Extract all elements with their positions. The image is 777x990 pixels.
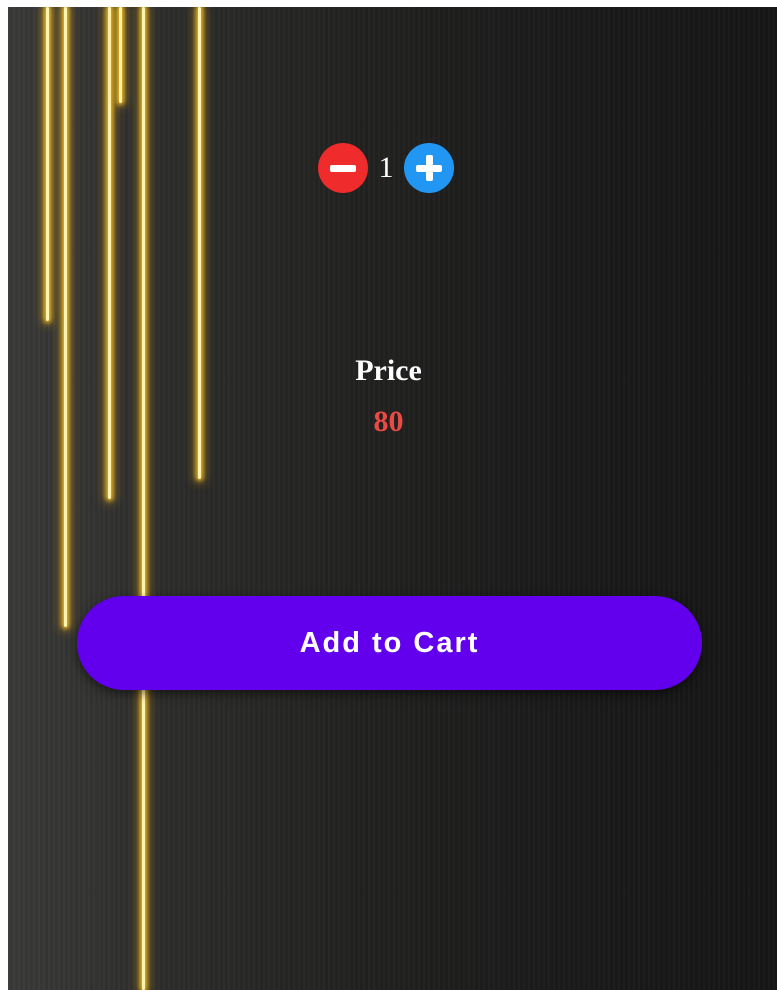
increment-button[interactable] — [404, 143, 454, 193]
quantity-value: 1 — [378, 151, 394, 184]
decrement-button[interactable] — [318, 143, 368, 193]
price-value: 80 — [373, 405, 404, 438]
price-label: Price — [355, 354, 422, 387]
quantity-stepper: 1 — [318, 143, 454, 193]
add-to-cart-button[interactable]: Add to Cart — [77, 596, 702, 690]
minus-circle-icon — [330, 165, 356, 172]
